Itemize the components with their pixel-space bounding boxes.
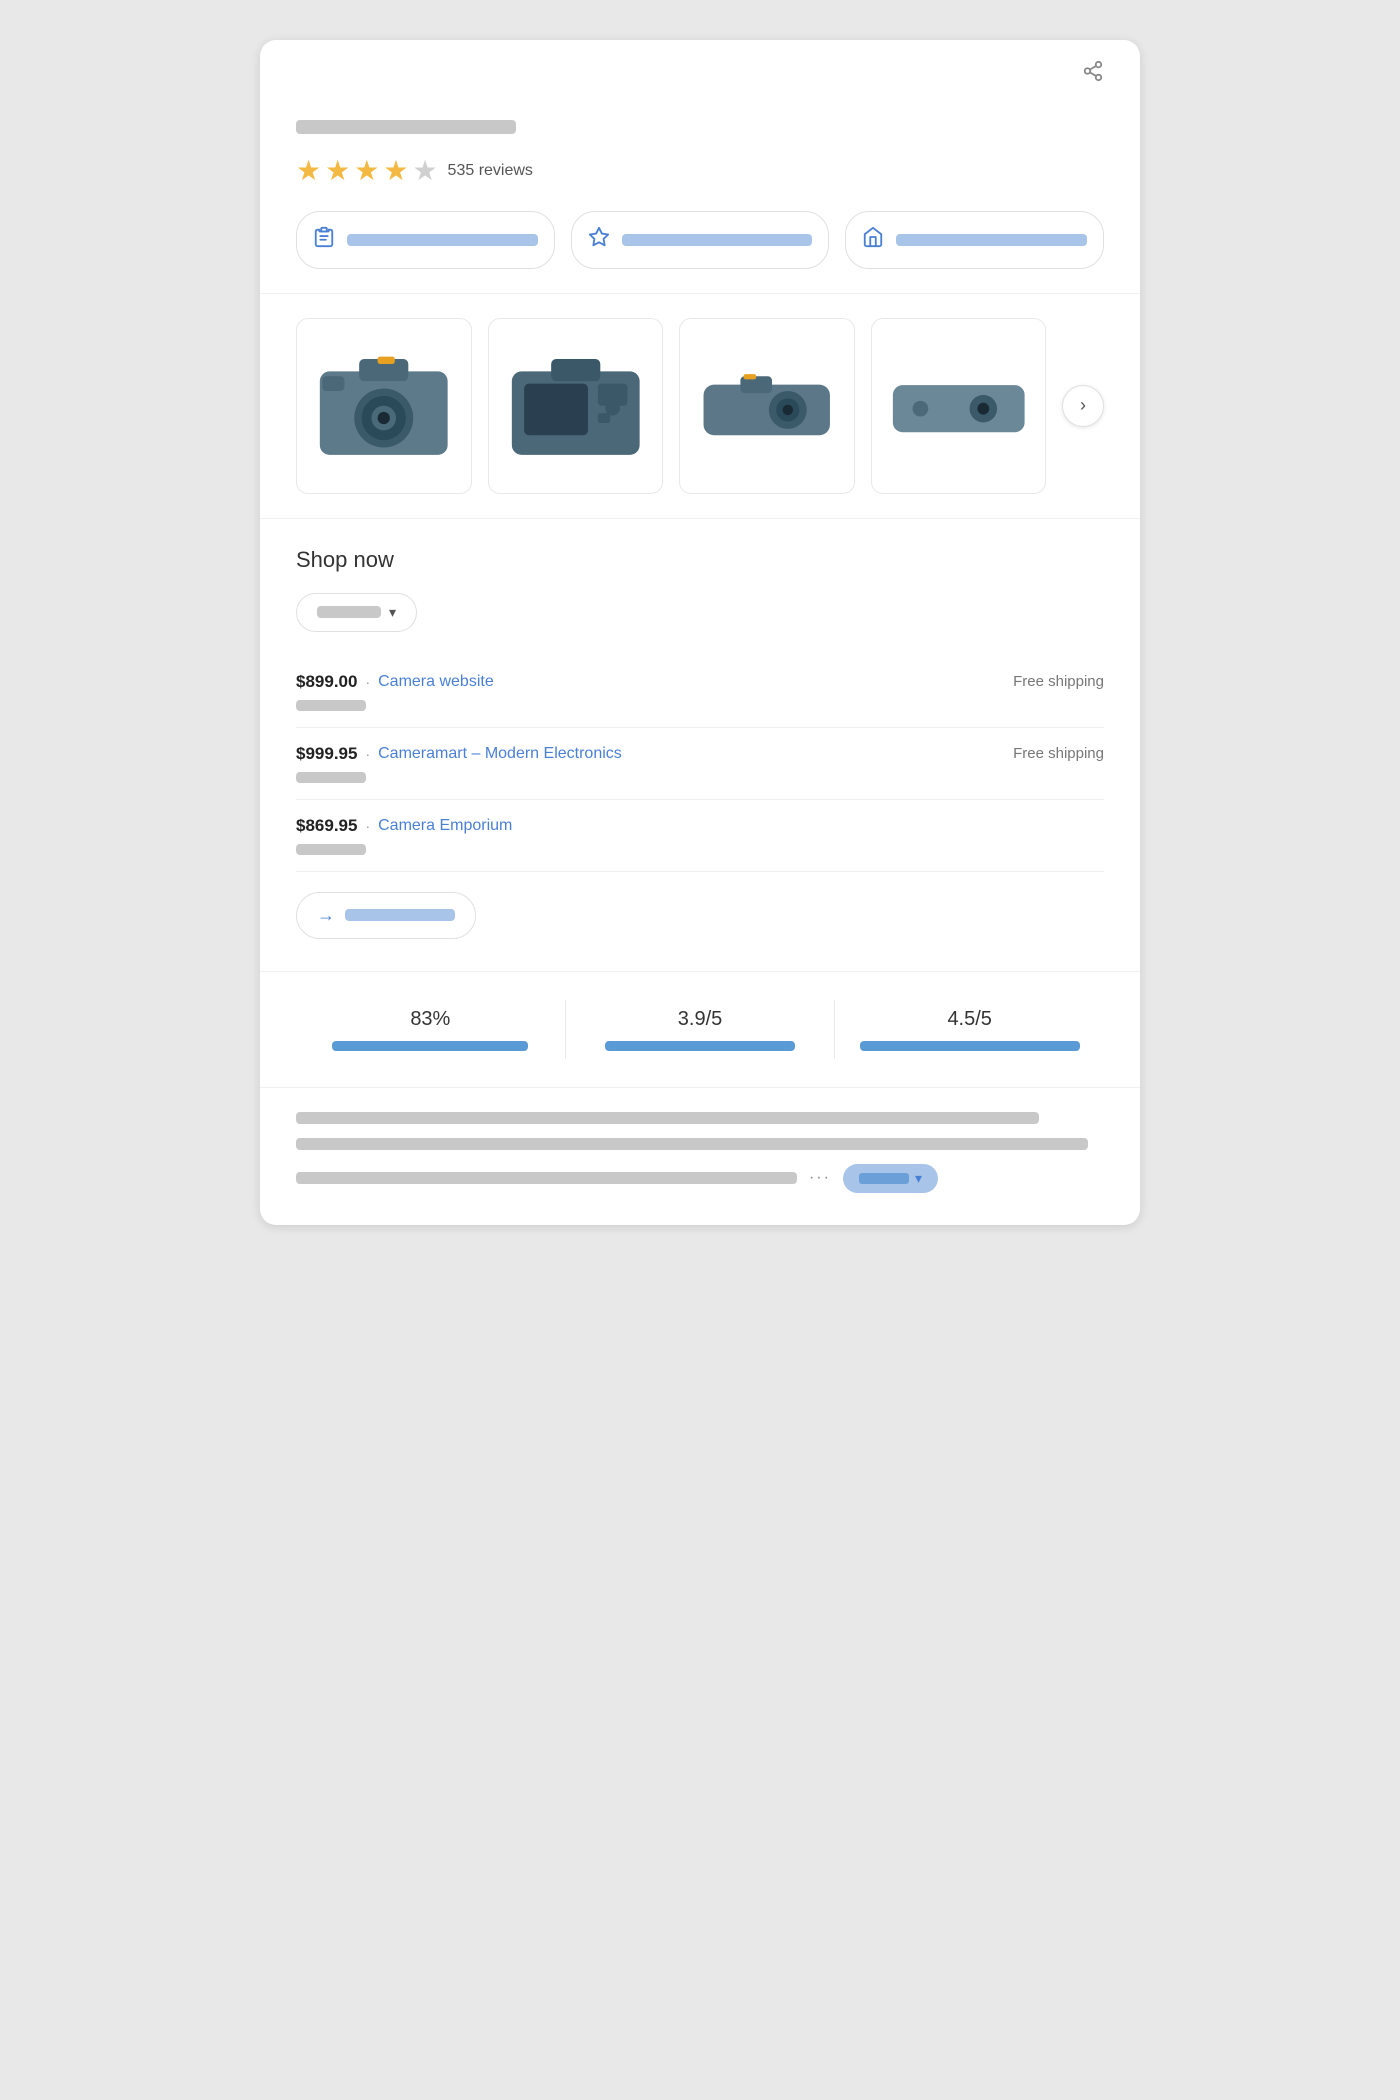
shop-item-3-left: $869.95 · Camera Emporium [296, 816, 512, 836]
stars-display: ★ ★ ★ ★ ★ [296, 154, 438, 187]
action-1-label [347, 234, 538, 246]
item-2-shipping: Free shipping [1013, 745, 1104, 762]
item-1-seller[interactable]: Camera website [378, 673, 494, 691]
shop-item-2: $999.95 · Cameramart – Modern Electronic… [296, 728, 1104, 800]
share-icon[interactable] [1082, 60, 1104, 88]
rating-row: ★ ★ ★ ★ ★ 535 reviews [296, 154, 1104, 187]
stat-2-bar [605, 1041, 796, 1051]
stat-1-bar [332, 1041, 528, 1051]
product-title-bar [296, 120, 516, 134]
clipboard-icon [313, 226, 335, 254]
camera-image-4[interactable] [871, 318, 1047, 494]
stat-2: 3.9/5 [566, 1000, 836, 1059]
stat-1: 83% [296, 1000, 566, 1059]
item-1-shipping: Free shipping [1013, 673, 1104, 690]
see-more-label [345, 909, 455, 921]
action-button-2[interactable] [571, 211, 830, 269]
next-image-button[interactable]: › [1062, 385, 1104, 427]
item-2-subtext [296, 772, 366, 783]
shop-section: Shop now ▾ $899.00 · Camera website Free… [260, 519, 1140, 972]
star-5: ★ [412, 154, 437, 187]
footer-section: ··· ▾ [260, 1088, 1140, 1225]
star-4: ★ [383, 154, 408, 187]
expand-button[interactable]: ▾ [843, 1164, 938, 1193]
stats-section: 83% 3.9/5 4.5/5 [260, 972, 1140, 1088]
expand-chevron-icon: ▾ [915, 1170, 922, 1187]
shop-item-1-left: $899.00 · Camera website [296, 672, 494, 692]
item-3-price: $869.95 [296, 816, 357, 836]
stat-3-value: 4.5/5 [847, 1008, 1092, 1031]
camera-image-1[interactable] [296, 318, 472, 494]
stat-2-value: 3.9/5 [578, 1008, 823, 1031]
footer-line-1 [296, 1112, 1039, 1124]
action-buttons-row [296, 211, 1104, 269]
shop-title: Shop now [296, 547, 1104, 573]
footer-line-3 [296, 1172, 797, 1184]
footer-dots: ··· [809, 1169, 831, 1187]
star-3: ★ [354, 154, 379, 187]
see-more-button[interactable]: → [296, 892, 476, 939]
footer-line-2 [296, 1138, 1088, 1150]
rating-section: ★ ★ ★ ★ ★ 535 reviews [260, 88, 1140, 294]
shop-item-1: $899.00 · Camera website Free shipping [296, 656, 1104, 728]
star-2: ★ [325, 154, 350, 187]
filter-button[interactable]: ▾ [296, 593, 417, 632]
star-1: ★ [296, 154, 321, 187]
item-1-subtext [296, 700, 366, 711]
shop-item-2-left: $999.95 · Cameramart – Modern Electronic… [296, 744, 622, 764]
action-button-3[interactable] [845, 211, 1104, 269]
expand-label [859, 1173, 909, 1184]
images-section: › [260, 294, 1140, 519]
chevron-down-icon: ▾ [389, 604, 396, 621]
shop-item-3-row: $869.95 · Camera Emporium [296, 816, 1104, 836]
item-2-seller[interactable]: Cameramart – Modern Electronics [378, 745, 622, 763]
stat-3-bar [860, 1041, 1080, 1051]
arrow-right-icon: → [317, 905, 335, 926]
star-icon [588, 226, 610, 254]
stat-1-value: 83% [308, 1008, 553, 1031]
item-3-subtext [296, 844, 366, 855]
stat-3: 4.5/5 [835, 1000, 1104, 1059]
store-icon [862, 226, 884, 254]
item-2-price: $999.95 [296, 744, 357, 764]
action-3-label [896, 234, 1087, 246]
footer-last-row: ··· ▾ [296, 1164, 1104, 1193]
shop-item-2-row: $999.95 · Cameramart – Modern Electronic… [296, 744, 1104, 764]
camera-image-3[interactable] [679, 318, 855, 494]
shop-item-1-row: $899.00 · Camera website Free shipping [296, 672, 1104, 692]
action-button-1[interactable] [296, 211, 555, 269]
item-1-price: $899.00 [296, 672, 357, 692]
filter-label [317, 606, 381, 618]
shop-item-3: $869.95 · Camera Emporium [296, 800, 1104, 872]
item-3-seller[interactable]: Camera Emporium [378, 817, 512, 835]
action-2-label [622, 234, 813, 246]
camera-image-2[interactable] [488, 318, 664, 494]
review-count: 535 reviews [448, 162, 533, 180]
